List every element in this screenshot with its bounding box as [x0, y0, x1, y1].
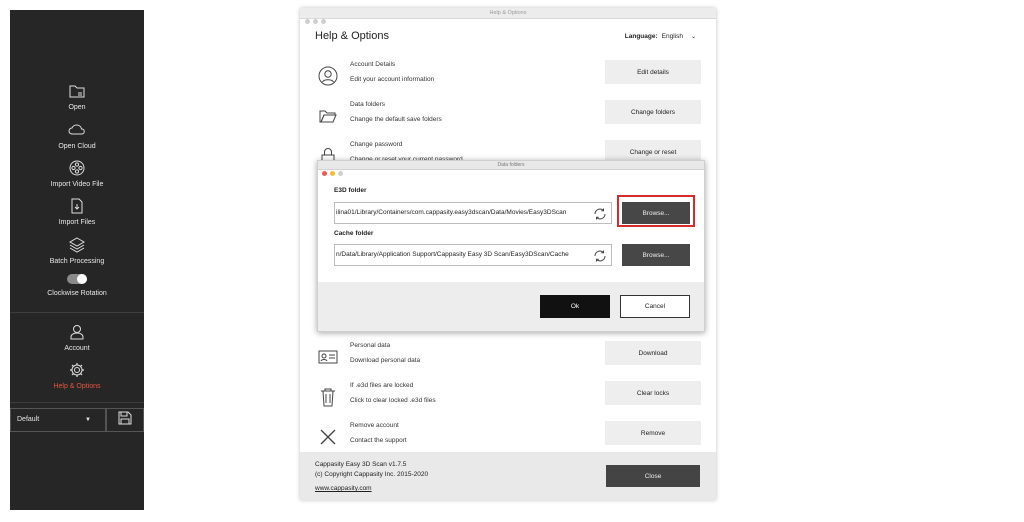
data-folders-dialog: Data folders E3D folder ilina01/Library/…: [317, 160, 705, 332]
option-title: If .e3d files are locked: [350, 382, 414, 389]
cache-folder-path: n/Data/Library/Application Support/Cappa…: [336, 251, 569, 258]
sidebar-item-label: Account: [64, 345, 90, 352]
profile-dropdown[interactable]: Default ▼: [10, 408, 106, 432]
layers-icon: [68, 236, 86, 254]
window-controls[interactable]: [305, 11, 329, 29]
e3d-folder-path: ilina01/Library/Containers/com.cappasity…: [336, 209, 567, 216]
trash-icon: [317, 386, 339, 408]
sidebar-item-import-video-file[interactable]: Import Video File: [10, 159, 144, 188]
remove-account-button[interactable]: Remove: [605, 421, 701, 445]
option-title: Personal data: [350, 342, 391, 349]
dialog-button-bar: Ok Cancel: [318, 282, 704, 331]
cache-folder-path-field[interactable]: n/Data/Library/Application Support/Cappa…: [334, 244, 612, 266]
sidebar: Open Open Cloud Import Video File Import…: [10, 10, 144, 510]
sidebar-item-label: Clockwise Rotation: [47, 290, 107, 297]
download-button[interactable]: Download: [605, 341, 701, 365]
clear-locks-button[interactable]: Clear locks: [605, 381, 701, 405]
save-profile-button[interactable]: [106, 408, 144, 432]
window-footer: Cappasity Easy 3D Scan v1.7.5 (c) Copyri…: [300, 452, 716, 500]
profile-dropdown-value: Default: [17, 416, 40, 423]
sidebar-item-open-cloud[interactable]: Open Cloud: [10, 121, 144, 150]
dialog-title: Data folders: [497, 162, 525, 168]
option-row-clear-locks: If .e3d files are locked Click to clear …: [315, 380, 701, 414]
cloud-icon: [68, 121, 86, 139]
sidebar-divider: [10, 402, 144, 403]
file-import-icon: [68, 197, 86, 215]
sidebar-item-batch-processing[interactable]: Batch Processing: [10, 236, 144, 265]
option-title: Remove account: [350, 422, 399, 429]
sidebar-item-label: Help & Options: [53, 383, 101, 390]
option-row-account-details: Account Details Edit your account inform…: [315, 59, 701, 93]
option-row-remove-account: Remove account Contact the support Remov…: [315, 420, 701, 454]
language-label: Language:: [624, 33, 658, 40]
option-row-data-folders: Data folders Change the default save fol…: [315, 99, 701, 133]
gear-icon: [68, 361, 86, 379]
copyright-text: (c) Copyright Cappasity Inc. 2015-2020: [315, 471, 429, 478]
open-folder-icon: [317, 105, 339, 127]
sidebar-item-import-files[interactable]: Import Files: [10, 197, 144, 226]
sidebar-divider: [10, 312, 144, 313]
option-title: Change password: [350, 141, 403, 148]
caret-down-icon: ▼: [85, 417, 91, 423]
sync-icon[interactable]: [592, 206, 608, 222]
film-reel-icon: [68, 159, 86, 177]
version-text: Cappasity Easy 3D Scan v1.7.5: [315, 461, 407, 468]
sidebar-item-account[interactable]: Account: [10, 323, 144, 352]
user-icon: [68, 323, 86, 341]
edit-details-button[interactable]: Edit details: [605, 60, 701, 84]
sidebar-item-label: Open Cloud: [58, 143, 96, 150]
window-titlebar: Help & Options: [300, 8, 716, 24]
folder-icon: [68, 82, 86, 100]
x-cross-icon: [317, 426, 339, 448]
id-card-icon: [317, 346, 339, 368]
sidebar-item-label: Batch Processing: [49, 258, 105, 265]
floppy-disk-icon: [118, 411, 132, 430]
chevron-down-icon: ⌄: [690, 34, 696, 40]
sidebar-item-help-options[interactable]: Help & Options: [10, 361, 144, 390]
option-row-personal-data: Personal data Download personal data Dow…: [315, 340, 701, 374]
dialog-window-controls[interactable]: [322, 163, 346, 181]
sidebar-item-clockwise-rotation[interactable]: Clockwise Rotation: [10, 274, 144, 297]
page-title: Help & Options: [315, 30, 389, 42]
option-description: Edit your account information: [350, 76, 435, 83]
toggle-icon[interactable]: [67, 274, 87, 284]
change-folders-button[interactable]: Change folders: [605, 100, 701, 124]
user-circle-icon: [317, 65, 339, 87]
option-description: Download personal data: [350, 357, 421, 364]
sidebar-item-open[interactable]: Open: [10, 82, 144, 111]
sidebar-item-label: Import Video File: [50, 181, 104, 188]
language-selector[interactable]: Language: English ⌄: [625, 33, 696, 40]
e3d-folder-label: E3D folder: [334, 187, 367, 194]
cache-folder-label: Cache folder: [334, 230, 374, 237]
option-description: Contact the support: [350, 437, 407, 444]
option-title: Data folders: [350, 101, 386, 108]
browse-cache-folder-button[interactable]: Browse...: [622, 244, 690, 266]
close-button[interactable]: Close: [606, 465, 700, 487]
ok-button[interactable]: Ok: [540, 295, 610, 318]
window-title: Help & Options: [489, 10, 527, 16]
dialog-titlebar: Data folders: [318, 161, 704, 176]
sidebar-item-label: Import Files: [58, 219, 96, 226]
e3d-folder-path-field[interactable]: ilina01/Library/Containers/com.cappasity…: [334, 202, 612, 224]
option-description: Change the default save folders: [350, 116, 442, 123]
option-title: Account Details: [350, 61, 396, 68]
language-value: English: [661, 33, 683, 40]
option-description: Click to clear locked .e3d files: [350, 397, 436, 404]
highlight-box: [617, 195, 695, 227]
cancel-button[interactable]: Cancel: [620, 295, 690, 318]
sidebar-item-label: Open: [68, 104, 86, 111]
website-link[interactable]: www.cappasity.com: [315, 485, 372, 492]
sync-icon[interactable]: [592, 248, 608, 264]
